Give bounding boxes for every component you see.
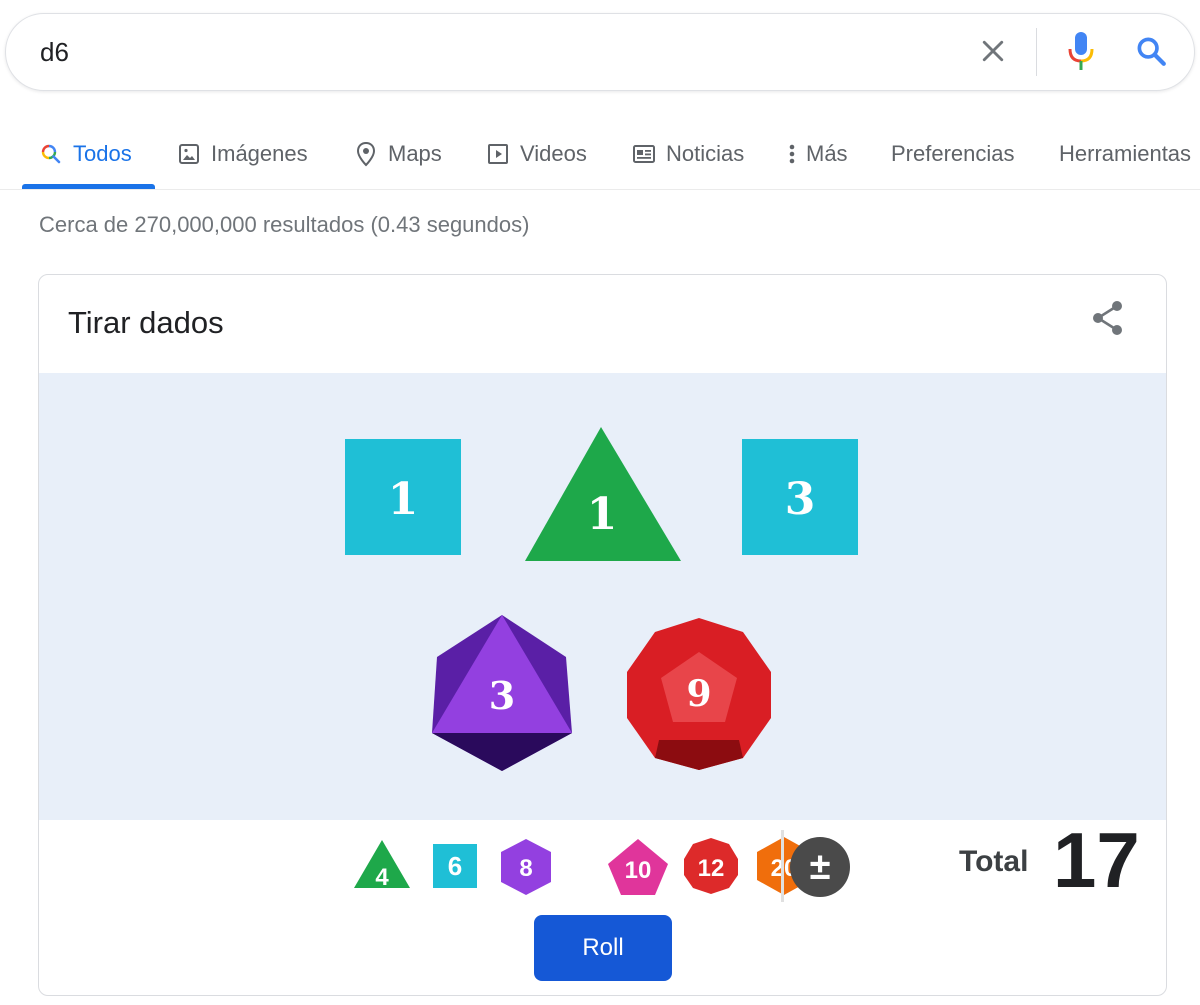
add-d4-button[interactable]: 4 <box>353 839 411 889</box>
dice-tray: 1 1 3 3 9 Total 17 <box>39 373 1166 899</box>
tab-label: Imágenes <box>211 140 308 166</box>
search-multicolor-icon <box>39 142 63 166</box>
search-input[interactable] <box>40 30 920 74</box>
tab-label: Más <box>806 140 848 166</box>
tab-todos[interactable]: Todos <box>39 118 132 189</box>
add-d8-button[interactable]: 8 <box>499 838 553 896</box>
active-tab-indicator <box>22 184 155 189</box>
total-label: Total <box>959 845 1029 878</box>
tab-herramientas[interactable]: Herramientas <box>1059 118 1191 189</box>
clear-button[interactable] <box>972 34 1014 72</box>
die-value: 9 <box>686 673 711 715</box>
tab-label: Todos <box>73 140 132 166</box>
picker-label: 4 <box>375 864 389 889</box>
result-stats: Cerca de 270,000,000 resultados (0.43 se… <box>39 212 530 237</box>
share-button[interactable] <box>1083 295 1133 345</box>
microphone-icon <box>1066 30 1096 77</box>
tab-mas[interactable]: Más <box>786 118 848 189</box>
tab-label: Videos <box>520 140 587 166</box>
map-pin-icon <box>354 141 378 167</box>
die-d6: 1 <box>345 439 461 555</box>
more-vert-icon <box>786 142 798 166</box>
tab-label: Preferencias <box>891 140 1015 166</box>
dice-roller-card: Tirar dados 1 1 3 3 9 Total 17 4 6 8 10 … <box>38 274 1167 996</box>
modifier-button[interactable]: ± <box>789 836 851 898</box>
picker-divider <box>781 830 784 902</box>
search-button[interactable] <box>1126 30 1176 76</box>
die-d12: 9 <box>627 618 771 770</box>
die-d6: 3 <box>742 439 858 555</box>
tab-label: Noticias <box>666 140 745 166</box>
picker-label: 12 <box>698 855 725 882</box>
voice-search-button[interactable] <box>1058 28 1104 78</box>
die-d8: 3 <box>432 615 572 771</box>
search-bar <box>5 13 1195 91</box>
news-icon <box>632 142 656 166</box>
search-tabs: Todos Imágenes Maps Videos Noticias Más … <box>0 118 1200 190</box>
add-d10-button[interactable]: 10 <box>607 838 669 896</box>
tab-imagenes[interactable]: Imágenes <box>177 118 308 189</box>
picker-label: 10 <box>625 857 652 884</box>
add-d6-button[interactable]: 6 <box>433 844 477 888</box>
plus-minus-icon: ± <box>810 846 831 888</box>
tab-label: Maps <box>388 140 442 166</box>
tab-label: Herramientas <box>1059 140 1192 166</box>
total-value: 17 <box>1053 816 1140 904</box>
tab-noticias[interactable]: Noticias <box>632 118 744 189</box>
tab-videos[interactable]: Videos <box>486 118 587 189</box>
roll-button[interactable]: Roll <box>534 915 672 981</box>
die-picker: 4 6 8 10 12 20 ± <box>349 830 869 906</box>
image-icon <box>177 142 201 166</box>
die-value: 1 <box>388 474 419 525</box>
die-value: 1 <box>587 489 618 540</box>
search-divider <box>1036 28 1037 76</box>
picker-label: 8 <box>519 855 532 882</box>
add-d12-button[interactable]: 12 <box>683 837 739 895</box>
search-icon <box>1134 34 1168 73</box>
card-title: Tirar dados <box>68 305 224 340</box>
die-d4: 1 <box>525 427 681 561</box>
die-value: 3 <box>785 474 816 525</box>
share-icon <box>1090 298 1126 343</box>
die-value: 3 <box>489 673 515 718</box>
tab-maps[interactable]: Maps <box>354 118 442 189</box>
play-icon <box>486 142 510 166</box>
tab-preferencias[interactable]: Preferencias <box>891 118 1015 189</box>
picker-label: 6 <box>448 851 462 881</box>
close-icon <box>978 36 1008 71</box>
